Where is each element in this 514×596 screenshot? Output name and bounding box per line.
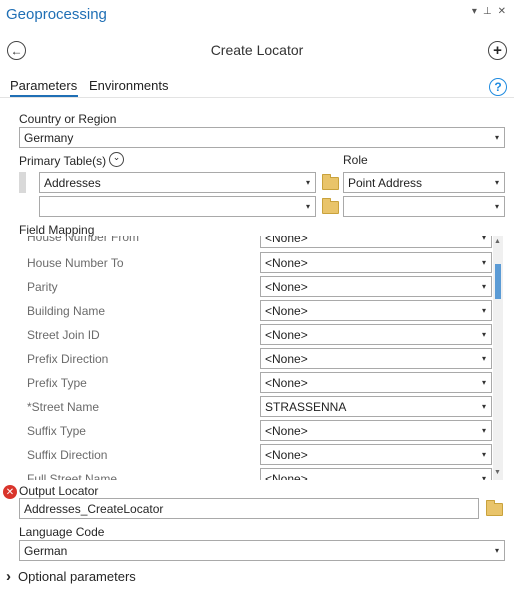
output-locator-label: Output Locator	[19, 484, 99, 498]
field-mapping-dropdown[interactable]: <None> ▾	[260, 236, 492, 248]
chevron-down-icon: ▾	[481, 474, 486, 480]
pane-options-icon[interactable]: ▾	[472, 6, 477, 17]
field-name-label: Street Join ID	[27, 328, 100, 342]
role-dropdown-2[interactable]: ▾	[343, 196, 505, 217]
primary-tables-label: Primary Table(s)	[19, 154, 107, 168]
primary-table-dropdown-2[interactable]: ▾	[39, 196, 316, 217]
field-mapping-dropdown[interactable]: <None> ▾	[260, 276, 492, 297]
field-mapping-dropdown[interactable]: <None> ▾	[260, 444, 492, 465]
field-value: <None>	[265, 471, 308, 481]
plus-icon: +	[493, 42, 502, 59]
field-value: <None>	[265, 351, 308, 366]
role-label: Role	[343, 153, 368, 167]
chevron-down-icon: ▾	[481, 378, 486, 387]
chevron-right-icon: ›	[6, 568, 11, 585]
primary-table-value: Addresses	[44, 175, 101, 190]
row-drag-handle[interactable]	[19, 172, 26, 193]
country-label: Country or Region	[19, 112, 117, 126]
field-value: <None>	[265, 375, 308, 390]
field-value: STRASSENNA	[265, 399, 347, 414]
field-name-label: House Number To	[27, 256, 124, 270]
add-button[interactable]: +	[488, 41, 507, 60]
optional-parameters-label: Optional parameters	[18, 569, 136, 584]
field-value: <None>	[265, 303, 308, 318]
chevron-down-icon: ▾	[305, 202, 310, 211]
field-value: <None>	[265, 447, 308, 462]
folder-icon[interactable]	[322, 174, 339, 190]
tabs-divider	[0, 97, 514, 98]
language-label: Language Code	[19, 525, 105, 539]
chevron-down-icon: ▾	[494, 178, 499, 187]
country-dropdown[interactable]: Germany ▾	[19, 127, 505, 148]
field-mapping-list[interactable]: House Number From <None> ▾ House Number T…	[0, 236, 514, 480]
chevron-down-icon: ▾	[481, 426, 486, 435]
pane-controls: ▾ ⊥ ✕	[472, 6, 506, 17]
pane-title: Geoprocessing	[6, 6, 107, 23]
field-mapping-dropdown[interactable]: <None> ▾	[260, 324, 492, 345]
chevron-down-icon: ▾	[481, 402, 486, 411]
chevron-down-icon: ▾	[494, 133, 499, 142]
chevron-down-icon: ▾	[481, 258, 486, 267]
error-icon: ✕	[3, 485, 17, 499]
field-value: <None>	[265, 255, 308, 270]
tab-environments[interactable]: Environments	[89, 78, 168, 93]
chevron-down-icon: ▾	[481, 330, 486, 339]
field-value: <None>	[265, 236, 308, 245]
field-mapping-dropdown[interactable]: <None> ▾	[260, 348, 492, 369]
scrollbar-thumb[interactable]	[495, 264, 501, 299]
optional-parameters-toggle[interactable]: › Optional parameters	[6, 568, 136, 585]
language-dropdown[interactable]: German ▾	[19, 540, 505, 561]
field-value: <None>	[265, 327, 308, 342]
field-name-label: Suffix Direction	[27, 448, 108, 462]
scroll-up-icon[interactable]: ▲	[494, 238, 501, 245]
field-mapping-dropdown[interactable]: <None> ▾	[260, 300, 492, 321]
field-mapping-label: Field Mapping	[19, 223, 95, 237]
output-locator-value: Addresses_CreateLocator	[24, 501, 164, 516]
field-value: <None>	[265, 279, 308, 294]
chevron-down-icon: ▾	[494, 546, 499, 555]
field-mapping-dropdown[interactable]: <None> ▾	[260, 468, 492, 480]
field-name-label: Parity	[27, 280, 58, 294]
field-name-label: Full Street Name	[27, 472, 118, 480]
help-icon[interactable]: ?	[489, 78, 507, 96]
tab-parameters[interactable]: Parameters	[10, 78, 77, 93]
chevron-down-icon: ▾	[481, 450, 486, 459]
chevron-down-icon: ▾	[481, 282, 486, 291]
role-dropdown-1[interactable]: Point Address ▾	[343, 172, 505, 193]
close-icon[interactable]: ✕	[498, 6, 506, 17]
folder-icon[interactable]	[486, 500, 503, 516]
country-value: Germany	[24, 130, 74, 145]
chevron-down-icon: ▾	[481, 306, 486, 315]
output-locator-input[interactable]: Addresses_CreateLocator	[19, 498, 479, 519]
field-mapping-dropdown[interactable]: <None> ▾	[260, 252, 492, 273]
field-mapping-dropdown[interactable]: <None> ▾	[260, 372, 492, 393]
field-name-label: Prefix Direction	[27, 352, 109, 366]
field-name-label: Building Name	[27, 304, 106, 318]
language-value: German	[24, 543, 68, 558]
field-name-label: Suffix Type	[27, 424, 86, 438]
folder-icon[interactable]	[322, 198, 339, 214]
chevron-down-icon: ▾	[481, 236, 486, 242]
field-value: <None>	[265, 423, 308, 438]
role-value: Point Address	[348, 175, 423, 190]
expand-tables-button[interactable]: ⌄	[109, 152, 124, 167]
scroll-down-icon[interactable]: ▼	[494, 469, 501, 476]
pin-icon[interactable]: ⊥	[483, 6, 492, 17]
chevron-down-icon: ▾	[305, 178, 310, 187]
field-mapping-dropdown[interactable]: STRASSENNA ▾	[260, 396, 492, 417]
field-name-label: Prefix Type	[27, 376, 87, 390]
field-mapping-dropdown[interactable]: <None> ▾	[260, 420, 492, 441]
chevron-down-icon: ▾	[481, 354, 486, 363]
chevron-down-icon: ⌄	[112, 152, 121, 162]
field-name-label: *Street Name	[27, 400, 100, 414]
primary-table-dropdown-1[interactable]: Addresses ▾	[39, 172, 316, 193]
tool-title: Create Locator	[210, 42, 304, 58]
field-name-label: House Number From	[27, 236, 140, 244]
chevron-down-icon: ▾	[494, 202, 499, 211]
